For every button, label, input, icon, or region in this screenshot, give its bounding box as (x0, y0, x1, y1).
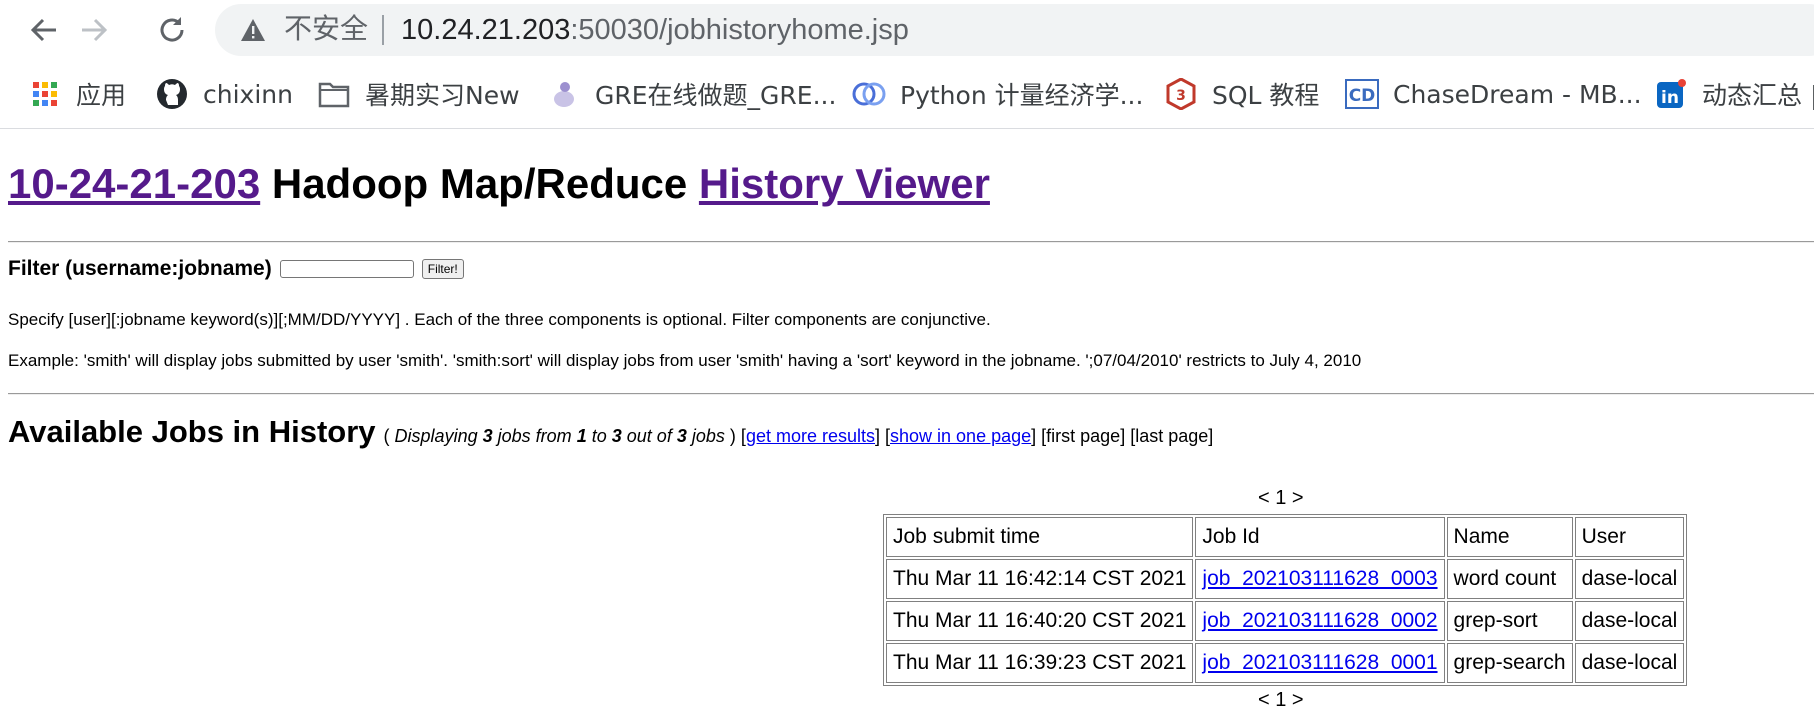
bookmark-sql[interactable]: 3 SQL 教程 (1164, 76, 1319, 112)
jobs-summary: ( Displaying 3 jobs from 1 to 3 out of 3… (383, 426, 1214, 446)
paren-close: ) (729, 426, 736, 446)
jobs-word: jobs (691, 426, 725, 446)
header-job-id: Job Id (1195, 517, 1445, 557)
title-middle-text: Hadoop Map/Reduce (271, 160, 688, 207)
url-path: :50030/jobhistoryhome.jsp (570, 14, 909, 46)
bookmark-label: chixinn (203, 79, 293, 109)
to-text: to (591, 426, 607, 446)
cell-name: word count (1446, 559, 1573, 599)
table-row: Thu Mar 11 16:39:23 CST 2021 job_2021031… (886, 643, 1685, 683)
history-viewer-link[interactable]: History Viewer (699, 160, 990, 207)
filter-spec-text: Specify [user][:jobname keyword(s)][;MM/… (8, 310, 991, 329)
jobs-table: Job submit time Job Id Name User Thu Mar… (883, 514, 1688, 686)
displaying-text: Displaying 3 jobs from 1 to 3 out of 3 j… (395, 426, 725, 446)
not-secure-label[interactable]: 不安全 (284, 12, 368, 46)
bookmark-label: SQL 教程 (1212, 81, 1320, 110)
jobs-from-text: jobs from (497, 426, 572, 446)
last-page-text: last page (1135, 426, 1209, 446)
cell-submit-time: Thu Mar 11 16:39:23 CST 2021 (886, 643, 1194, 683)
cell-name: grep-sort (1446, 601, 1573, 641)
cell-user: dase-local (1574, 643, 1685, 683)
job-id-link[interactable]: job_202103111628_0001 (1202, 651, 1437, 674)
apps-grid-icon (28, 77, 62, 111)
divider (8, 393, 1814, 395)
filter-button[interactable]: Filter! (421, 259, 464, 279)
warning-triangle-icon[interactable] (240, 18, 266, 47)
bookmark-chasedream[interactable]: CD ChaseDream - MB... (1345, 76, 1642, 112)
bookmark-linkedin[interactable]: in 动态汇总 | (1654, 76, 1814, 112)
job-id-link[interactable]: job_202103111628_0003 (1202, 567, 1437, 590)
range-start: 1 (576, 426, 587, 446)
address-separator (382, 15, 384, 45)
bookmark-folder-internship[interactable]: 暑期实习New (317, 76, 520, 112)
cell-user: dase-local (1574, 559, 1685, 599)
bookmark-python[interactable]: Python 计量经济学... (852, 76, 1143, 112)
cell-job-id: job_202103111628_0002 (1195, 601, 1445, 641)
range-end: 3 (611, 426, 622, 446)
pager-bottom: < 1 > (1258, 689, 1304, 711)
cell-submit-time: Thu Mar 11 16:40:20 CST 2021 (886, 601, 1194, 641)
filter-form: Filter (username:jobname) Filter! (8, 257, 464, 281)
bookmark-apps[interactable]: 应用 (28, 76, 126, 112)
filter-label: Filter (username:jobname) (8, 257, 272, 280)
header-name: Name (1446, 517, 1573, 557)
linkedin-icon: in (1654, 77, 1688, 111)
bookmarks-bar: 应用 chixinn 暑期实习New GRE在线做题_GRE... Python… (0, 62, 1814, 129)
browser-toolbar: 不安全 10.24.21.203:50030/jobhistoryhome.js… (0, 0, 1814, 60)
bookmark-label: 应用 (76, 81, 127, 110)
page-title: 10-24-21-203 Hadoop Map/Reduce History V… (8, 159, 990, 209)
page-content: 10-24-21-203 Hadoop Map/Reduce History V… (0, 129, 1814, 724)
github-icon (155, 77, 189, 111)
first-page-text: first page (1046, 426, 1121, 446)
reload-icon[interactable] (152, 10, 192, 50)
pager-top: < 1 > (1258, 487, 1304, 509)
bookmark-label: 动态汇总 | (1702, 81, 1814, 110)
back-arrow-icon[interactable] (24, 10, 64, 50)
bookmark-gre[interactable]: GRE在线做题_GRE... (547, 76, 836, 112)
gre-site-icon (547, 77, 581, 111)
header-submit-time: Job submit time (886, 517, 1194, 557)
available-jobs-header: Available Jobs in History ( Displaying 3… (8, 414, 1213, 450)
python-site-icon (852, 77, 886, 111)
filter-example-text: Example: 'smith' will display jobs submi… (8, 351, 1362, 370)
header-user: User (1574, 517, 1685, 557)
bookmark-label: Python 计量经济学... (900, 81, 1144, 110)
runoob-icon: 3 (1164, 77, 1198, 111)
table-row: Thu Mar 11 16:40:20 CST 2021 job_2021031… (886, 601, 1685, 641)
table-header-row: Job submit time Job Id Name User (886, 517, 1685, 557)
filter-input[interactable] (279, 260, 414, 278)
chasedream-icon: CD (1345, 77, 1379, 111)
displaying-prefix: Displaying (394, 426, 478, 446)
out-of-text: out of (626, 426, 672, 446)
paren-open: ( (383, 426, 390, 446)
available-jobs-heading: Available Jobs in History (8, 414, 376, 449)
total-count: 3 (676, 426, 687, 446)
svg-text:3: 3 (1176, 88, 1186, 104)
url-text[interactable]: 10.24.21.203:50030/jobhistoryhome.jsp (401, 12, 909, 48)
bookmark-github[interactable]: chixinn (155, 76, 293, 112)
cell-user: dase-local (1574, 601, 1685, 641)
job-id-link[interactable]: job_202103111628_0002 (1202, 609, 1437, 632)
svg-text:CD: CD (1349, 86, 1376, 106)
cell-name: grep-search (1446, 643, 1573, 683)
folder-icon (317, 77, 351, 111)
get-more-results-link[interactable]: get more results (746, 426, 875, 446)
host-link[interactable]: 10-24-21-203 (8, 160, 260, 207)
table-row: Thu Mar 11 16:42:14 CST 2021 job_2021031… (886, 559, 1685, 599)
cell-job-id: job_202103111628_0003 (1195, 559, 1445, 599)
forward-arrow-icon[interactable] (74, 10, 114, 50)
cell-job-id: job_202103111628_0001 (1195, 643, 1445, 683)
divider (8, 241, 1814, 243)
bookmark-label: 暑期实习New (365, 81, 520, 110)
svg-text:in: in (1661, 88, 1679, 108)
show-in-one-page-link[interactable]: show in one page (890, 426, 1031, 446)
bookmark-label: GRE在线做题_GRE... (595, 81, 837, 110)
cell-submit-time: Thu Mar 11 16:42:14 CST 2021 (886, 559, 1194, 599)
job-count: 3 (482, 426, 493, 446)
url-host: 10.24.21.203 (401, 14, 571, 46)
bookmark-label: ChaseDream - MB... (1393, 79, 1642, 109)
